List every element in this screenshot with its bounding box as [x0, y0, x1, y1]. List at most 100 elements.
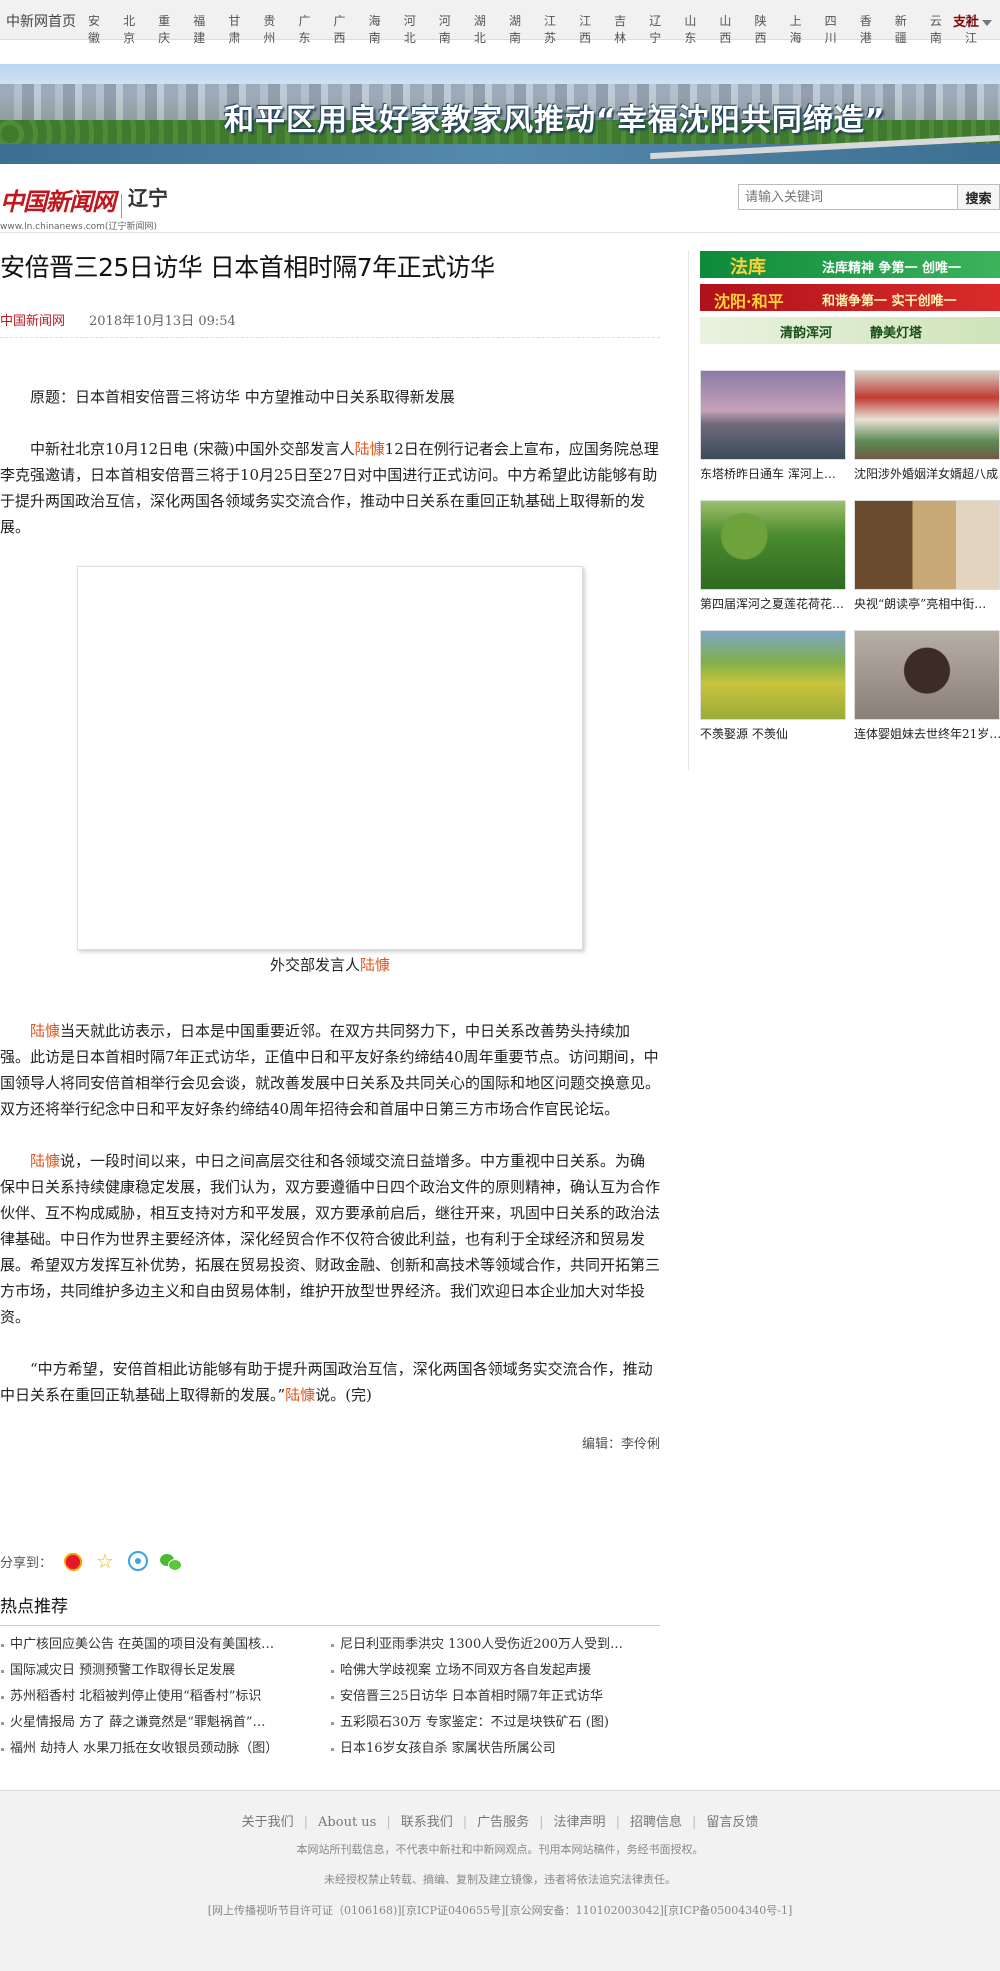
- footer-disclaimer: 本网站所刊载信息，不代表中新社和中新网观点。刊用本网站稿件，务经书面授权。: [296, 1843, 704, 1856]
- footer-link[interactable]: 关于我们: [242, 1811, 294, 1830]
- news-thumbnail: [854, 630, 1000, 720]
- branch-dropdown[interactable]: 支社: [953, 11, 992, 30]
- paragraph-text: 说。(完): [315, 1386, 372, 1404]
- hot-list-item[interactable]: 福州 劫持人 水果刀抵在女收银员颈动脉（图）: [0, 1740, 330, 1758]
- person-link[interactable]: 陆慷: [360, 956, 390, 974]
- region-link[interactable]: 上海: [790, 12, 813, 46]
- article: 安倍晋三25日访华 日本首相时隔7年正式访华 中国新闻网 2018年10月13日 …: [0, 248, 660, 1458]
- photo-news-item[interactable]: 不羡娶源 不羡仙: [700, 630, 846, 760]
- region-link[interactable]: 湖北: [474, 12, 497, 46]
- region-link[interactable]: 广东: [298, 12, 321, 46]
- region-link[interactable]: 山西: [719, 12, 742, 46]
- article-body: 原题：日本首相安倍晋三将访华 中方望推动中日关系取得新发展 中新社北京10月12…: [0, 384, 660, 1458]
- share-label: 分享到：: [0, 1555, 53, 1571]
- region-link[interactable]: 重庆: [158, 12, 181, 46]
- ad-banner[interactable]: 法库 法库精神 争第一 创唯一: [700, 251, 1000, 278]
- region-link[interactable]: 山东: [684, 12, 707, 46]
- tencent-weibo-icon[interactable]: [128, 1551, 149, 1571]
- logo-url: www.ln.chinanews.com(辽宁新闻网): [0, 222, 157, 232]
- person-link[interactable]: 陆慷: [285, 1386, 315, 1404]
- paragraph: 陆慷说，一段时间以来，中日之间高层交往和各领域交流日益增多。中方重视中日关系。为…: [0, 1148, 660, 1330]
- region-link[interactable]: 福建: [193, 12, 216, 46]
- photo-news-title: 东塔桥昨日通车 浑河上…: [700, 467, 836, 481]
- banner-title: 和平区用良好家教家风推动“幸福沈阳共同缔造”: [224, 103, 886, 138]
- region-link[interactable]: 云南: [930, 12, 953, 46]
- photo-news-item[interactable]: 东塔桥昨日通车 浑河上…: [700, 370, 846, 500]
- footer-link[interactable]: 广告服务: [477, 1811, 529, 1830]
- person-link[interactable]: 陆慷: [355, 440, 385, 458]
- footer-link[interactable]: 招聘信息: [630, 1811, 682, 1830]
- person-link[interactable]: 陆慷: [30, 1022, 60, 1040]
- photo-caption: 外交部发言人陆慷: [0, 952, 660, 978]
- ad-slogan: 静美灯塔: [870, 326, 923, 341]
- region-link[interactable]: 新疆: [895, 12, 918, 46]
- hot-list-item[interactable]: 哈佛大学歧视案 立场不同双方各自发起声援: [330, 1662, 660, 1680]
- region-link[interactable]: 香港: [860, 12, 883, 46]
- footer: 关于我们 | About us | 联系我们 | 广告服务 | 法律声明 | 招聘信息 | 留言反馈 本…: [0, 1790, 1000, 1971]
- region-link[interactable]: 陕西: [754, 12, 777, 46]
- hot-list-item[interactable]: 国际减灾日 预测预警工作取得长足发展: [0, 1662, 330, 1680]
- top-nav-bar: 中新网首页 安徽 北京 重庆 福建 甘肃 贵州 广东 广西 海南 河北 河南 湖北 湖南 江苏 江西 吉林 辽宁…: [0, 0, 1000, 45]
- hot-list-item[interactable]: 火星情报局 方了 薛之谦竟然是“罪魁祸首”…: [0, 1714, 330, 1732]
- ad-title: 法库: [730, 257, 766, 278]
- article-meta: 中国新闻网 2018年10月13日 09:54: [0, 310, 660, 338]
- photo-news-title: 连体婴姐妹去世终年21岁…: [854, 727, 1000, 741]
- hot-list-item[interactable]: 尼日利亚雨季洪灾 1300人受伤近200万人受到…: [330, 1636, 660, 1654]
- region-link[interactable]: 江苏: [544, 12, 567, 46]
- news-thumbnail: [700, 500, 846, 590]
- region-link[interactable]: 海南: [369, 12, 392, 46]
- region-link[interactable]: 辽宁: [649, 12, 672, 46]
- paragraph: “中方希望，安倍首相此访能够有助于提升两国政治互信，深化两国各领域务实交流合作，…: [0, 1356, 660, 1408]
- paragraph-text: 说，一段时间以来，中日之间高层交往和各领域交流日益增多。中方重视中日关系。为确保…: [0, 1152, 661, 1326]
- person-link[interactable]: 陆慷: [30, 1152, 60, 1170]
- article-title: 安倍晋三25日访华 日本首相时隔7年正式访华: [0, 253, 495, 282]
- photo-news-item[interactable]: 央视“朗读亭”亮相中街…: [854, 500, 1000, 630]
- news-thumbnail: [854, 370, 1000, 460]
- search-box: 搜索: [738, 184, 1000, 210]
- ad-slogan: 法库精神 争第一 创唯一: [822, 261, 962, 276]
- region-link[interactable]: 安徽: [88, 12, 111, 46]
- weibo-icon[interactable]: [64, 1551, 85, 1571]
- hot-list-item[interactable]: 日本16岁女孩自杀 家属状告所属公司: [330, 1740, 660, 1758]
- ad-title: 沈阳·和平: [714, 292, 784, 311]
- photo-news-item[interactable]: 沈阳涉外婚姻洋女婿超八成: [854, 370, 1000, 500]
- chevron-down-icon: [982, 19, 992, 26]
- footer-link[interactable]: 联系我们: [401, 1811, 453, 1830]
- search-button[interactable]: 搜索: [958, 184, 1000, 210]
- article-datetime: 2018年10月13日 09:54: [89, 314, 236, 329]
- region-link[interactable]: 湖南: [509, 12, 532, 46]
- ad-banner[interactable]: 沈阳·和平 和谐争第一 实干创唯一: [700, 284, 1000, 311]
- sidebar-ads: 法库 法库精神 争第一 创唯一 沈阳·和平 和谐争第一 实干创唯一 清韵浑河 静美灯塔: [700, 251, 1000, 350]
- article-source[interactable]: 中国新闻网: [0, 314, 65, 329]
- photo-news-item[interactable]: 第四届浑河之夏莲花荷花…: [700, 500, 846, 630]
- footer-link[interactable]: 留言反馈: [706, 1811, 758, 1830]
- search-input[interactable]: [738, 184, 958, 210]
- region-link[interactable]: 四川: [825, 12, 848, 46]
- promo-banner[interactable]: 和平区用良好家教家风推动“幸福沈阳共同缔造”: [0, 64, 1000, 164]
- region-link[interactable]: 河北: [404, 12, 427, 46]
- hot-list-item[interactable]: 安倍晋三25日访华 日本首相时隔7年正式访华: [330, 1688, 660, 1706]
- region-link[interactable]: 北京: [123, 12, 146, 46]
- header: 中国新闻网辽宁 www.ln.chinanews.com(辽宁新闻网) 搜索: [0, 176, 1000, 232]
- star-icon[interactable]: ☆: [96, 1551, 116, 1571]
- hot-list-item[interactable]: 中广核回应美公告 在英国的项目没有美国核…: [0, 1636, 330, 1654]
- region-link[interactable]: 贵州: [263, 12, 286, 46]
- region-link[interactable]: 河南: [439, 12, 462, 46]
- home-link[interactable]: 中新网首页: [6, 11, 76, 31]
- editor-credit: 编辑：李伶俐: [581, 1437, 660, 1452]
- site-logo[interactable]: 中国新闻网 辽宁 www.ln.chinanews.com(辽宁新闻网): [0, 182, 168, 232]
- footer-link[interactable]: About us: [318, 1815, 376, 1830]
- region-link[interactable]: 广西: [334, 12, 357, 46]
- footer-link[interactable]: 法律声明: [554, 1811, 606, 1830]
- hot-list-item[interactable]: 五彩陨石30万 专家鉴定：不过是块铁矿石 (图): [330, 1714, 660, 1732]
- region-link[interactable]: 吉林: [614, 12, 637, 46]
- photo-news-item[interactable]: 连体婴姐妹去世终年21岁…: [854, 630, 1000, 760]
- region-link[interactable]: 甘肃: [228, 12, 251, 46]
- ad-title: 清韵浑河: [780, 326, 833, 341]
- wechat-icon[interactable]: [160, 1551, 183, 1571]
- photo-news-title: 不羡娶源 不羡仙: [700, 727, 788, 741]
- ad-banner[interactable]: 清韵浑河 静美灯塔: [700, 317, 1000, 344]
- hot-list-item[interactable]: 苏州稻香村 北稻被判停止使用“稻香村”标识: [0, 1688, 330, 1706]
- logo-name: 中国新闻网: [0, 187, 116, 216]
- region-link[interactable]: 江西: [579, 12, 602, 46]
